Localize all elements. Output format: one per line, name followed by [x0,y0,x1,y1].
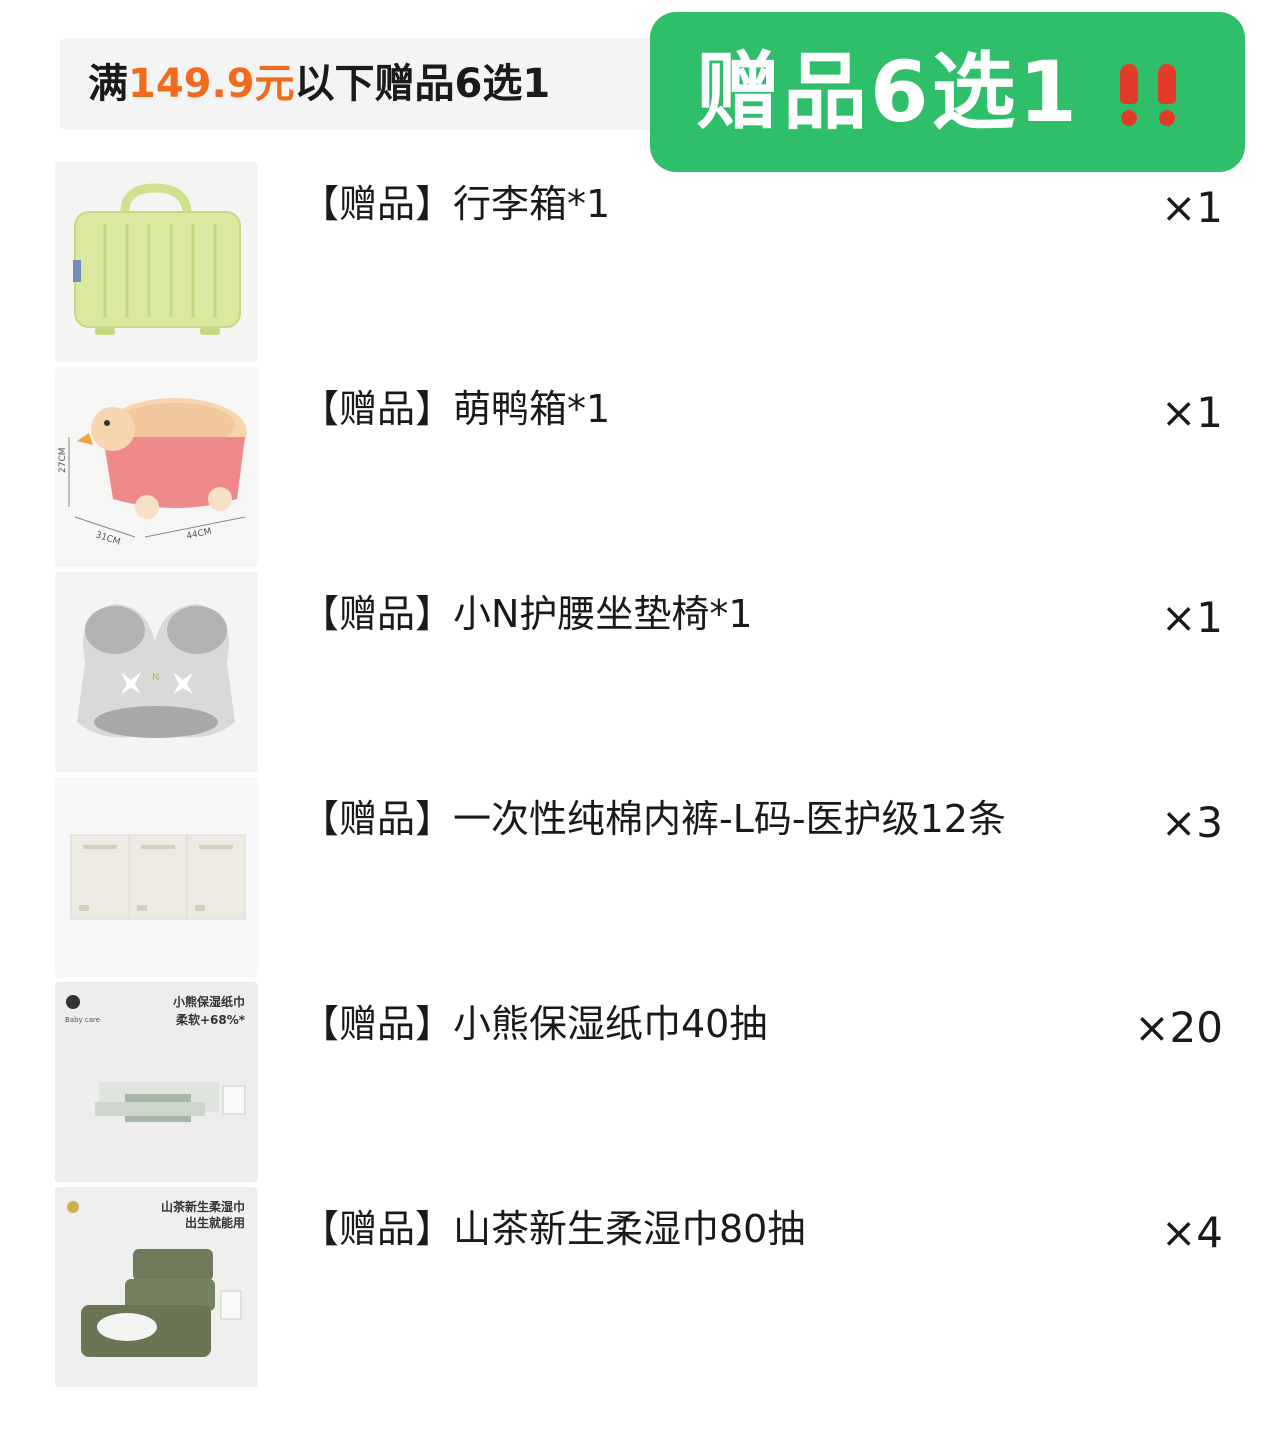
gift-quantity: ×1 [1161,388,1223,437]
gift-quantity: ×3 [1161,798,1223,847]
gift-image-duck-box: 27CM 31CM 44CM [55,367,258,567]
gift-quantity: ×4 [1161,1208,1223,1257]
gift-item-tissue[interactable]: Baby care 小熊保湿纸巾 柔软+68%* 【赠品】小熊保湿纸巾40抽 ×… [55,980,1235,1185]
gift-name: 【赠品】小N护腰坐垫椅*1 [301,592,753,636]
gift-image-tissue: Baby care 小熊保湿纸巾 柔软+68%* [55,982,258,1182]
gift-name: 【赠品】萌鸭箱*1 [301,387,611,431]
gift-item-underwear[interactable]: 【赠品】一次性纯棉内裤-L码-医护级12条 ×3 [55,775,1235,980]
wipes-image-line1: 山茶新生柔湿巾 [161,1199,245,1214]
gift-image-suitcase [55,162,258,362]
gift-name: 【赠品】一次性纯棉内裤-L码-医护级12条 [301,797,1006,841]
gift-rule-price: 149.9元 [128,61,295,107]
underwear-pack-icon [55,777,258,977]
gift-rule-suffix: 以下赠品6选1 [294,61,551,107]
gift-name: 【赠品】行李箱*1 [301,182,611,226]
svg-text:N: N [152,672,159,683]
tissue-image-line2: 柔软+68%* [175,1012,246,1027]
gift-quantity: ×1 [1161,183,1223,232]
gift-quantity: ×20 [1134,1003,1223,1052]
gift-rule-title: 满149.9元以下赠品6选1 [88,38,550,130]
gift-image-underwear [55,777,258,977]
gift-image-seat-cushion: N [55,572,258,772]
tissue-image-line1: 小熊保湿纸巾 [173,994,245,1009]
wipes-image-line2: 出生就能用 [185,1215,245,1230]
gift-list: 【赠品】行李箱*1 ×1 27CM 31CM 44CM 【赠品】萌鸭箱*1 ×1… [55,160,1235,1390]
gift-name: 【赠品】小熊保湿纸巾40抽 [301,1002,768,1046]
duck-box-icon: 27CM 31CM 44CM [55,367,258,567]
gift-rule-bar: 满149.9元以下赠品6选1 [60,38,660,130]
gift-rule-prefix: 满 [88,61,128,107]
suitcase-icon [55,162,258,362]
gift-item-wet-wipes[interactable]: 山茶新生柔湿巾 出生就能用 【赠品】山茶新生柔湿巾80抽 ×4 [55,1185,1235,1390]
gift-item-duck-box[interactable]: 27CM 31CM 44CM 【赠品】萌鸭箱*1 ×1 [55,365,1235,570]
tissue-pack-icon: Baby care 小熊保湿纸巾 柔软+68%* [55,982,258,1182]
gift-name: 【赠品】山茶新生柔湿巾80抽 [301,1207,806,1251]
gift-choice-badge-text: 赠品6选1 [696,43,1080,141]
wet-wipes-icon: 山茶新生柔湿巾 出生就能用 [55,1187,258,1387]
gift-quantity: ×1 [1161,593,1223,642]
gift-item-seat-cushion[interactable]: N 【赠品】小N护腰坐垫椅*1 ×1 [55,570,1235,775]
gift-image-wet-wipes: 山茶新生柔湿巾 出生就能用 [55,1187,258,1387]
gift-item-suitcase[interactable]: 【赠品】行李箱*1 ×1 [55,160,1235,365]
seat-cushion-icon: N [55,572,258,772]
duck-box-height-label: 27CM [58,447,68,473]
gift-choice-badge: 赠品6选1 [650,12,1245,172]
tissue-brand-label: Baby care [65,1016,100,1024]
